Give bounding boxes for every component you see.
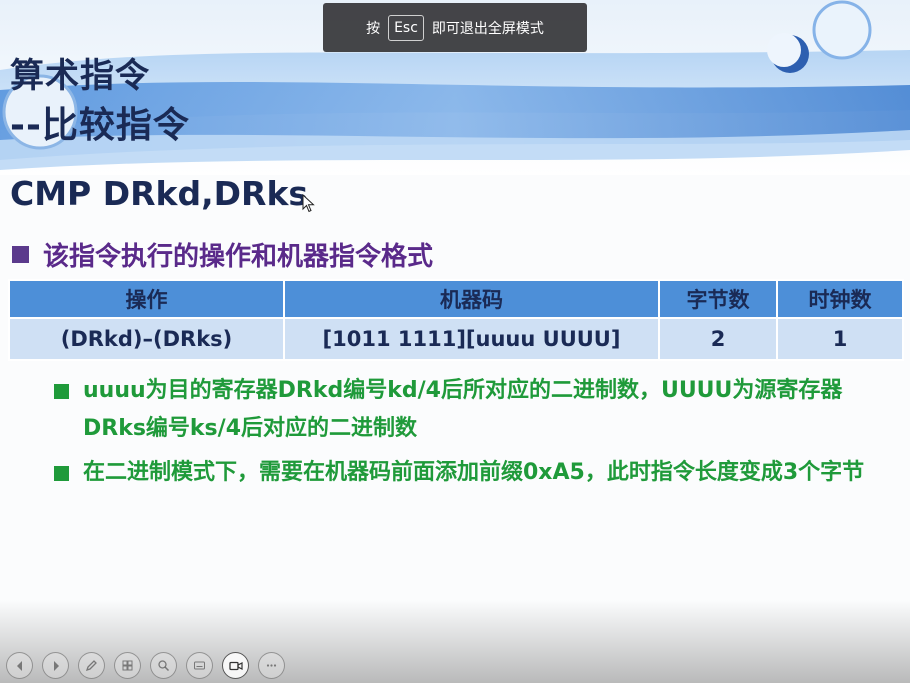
cell-clocks: 1 [776, 317, 904, 361]
esc-key-badge: Esc [388, 14, 424, 41]
header-machine-code: 机器码 [283, 279, 660, 319]
hint-prefix: 按 [366, 20, 381, 37]
camera-button[interactable] [222, 652, 249, 679]
more-button[interactable] [258, 652, 285, 679]
subtitle-button[interactable] [186, 652, 213, 679]
cell-bytes: 2 [658, 317, 778, 361]
subtitle-icon [194, 661, 205, 670]
slide-title-line1: 算术指令 [10, 56, 150, 96]
list-item: 在二进制模式下，需要在机器码前面添加前缀0xA5，此时指令长度变成3个字节 [54, 454, 904, 492]
header-operation: 操作 [8, 279, 285, 319]
camera-icon [228, 661, 243, 670]
mouse-cursor-icon [302, 194, 315, 213]
slideshow-controls [6, 652, 285, 680]
section-heading-text: 该指令执行的操作和机器指令格式 [43, 242, 434, 272]
instruction-syntax: CMP DRkd,DRks [10, 174, 309, 213]
instruction-format-table: 操作 机器码 字节数 时钟数 (DRkd)–(DRks) [1011 1111]… [8, 279, 904, 361]
bullet-list: uuuu为目的寄存器DRkd编号kd/4后所对应的二进制数，UUUU为源寄存器D… [54, 372, 904, 498]
next-slide-button[interactable] [42, 652, 69, 679]
header-bytes: 字节数 [658, 279, 778, 319]
section-heading: 该指令执行的操作和机器指令格式 [12, 236, 433, 273]
cell-operation: (DRkd)–(DRks) [8, 317, 285, 361]
prev-slide-button[interactable] [6, 652, 33, 679]
presentation-slide: 算术指令 --比较指令 CMP DRkd,DRks 该指令执行的操作和机器指令格… [0, 0, 910, 683]
fullscreen-exit-hint: 按 Esc 即可退出全屏模式 [323, 3, 587, 52]
cell-machine-code: [1011 1111][uuuu UUUU] [283, 317, 660, 361]
slide-title-line2: --比较指令 [10, 105, 190, 146]
pen-button[interactable] [78, 652, 105, 679]
green-square-bullet-icon [54, 466, 69, 481]
table-header-row: 操作 机器码 字节数 时钟数 [8, 279, 904, 319]
bullet-text: uuuu为目的寄存器DRkd编号kd/4后所对应的二进制数，UUUU为源寄存器D… [83, 378, 843, 441]
prev-icon [16, 660, 22, 671]
zoom-button[interactable] [150, 652, 177, 679]
header-clocks: 时钟数 [776, 279, 904, 319]
purple-square-bullet-icon [12, 246, 29, 263]
slides-button[interactable] [114, 652, 141, 679]
slides-icon [122, 660, 133, 671]
more-icon [266, 664, 277, 667]
pen-icon [85, 660, 97, 672]
green-square-bullet-icon [54, 384, 69, 399]
bullet-text: 在二进制模式下，需要在机器码前面添加前缀0xA5，此时指令长度变成3个字节 [83, 460, 865, 485]
zoom-icon [158, 660, 170, 672]
list-item: uuuu为目的寄存器DRkd编号kd/4后所对应的二进制数，UUUU为源寄存器D… [54, 372, 904, 448]
table-row: (DRkd)–(DRks) [1011 1111][uuuu UUUU] 2 1 [8, 317, 904, 361]
hint-suffix: 即可退出全屏模式 [431, 20, 544, 37]
next-icon [53, 660, 59, 671]
